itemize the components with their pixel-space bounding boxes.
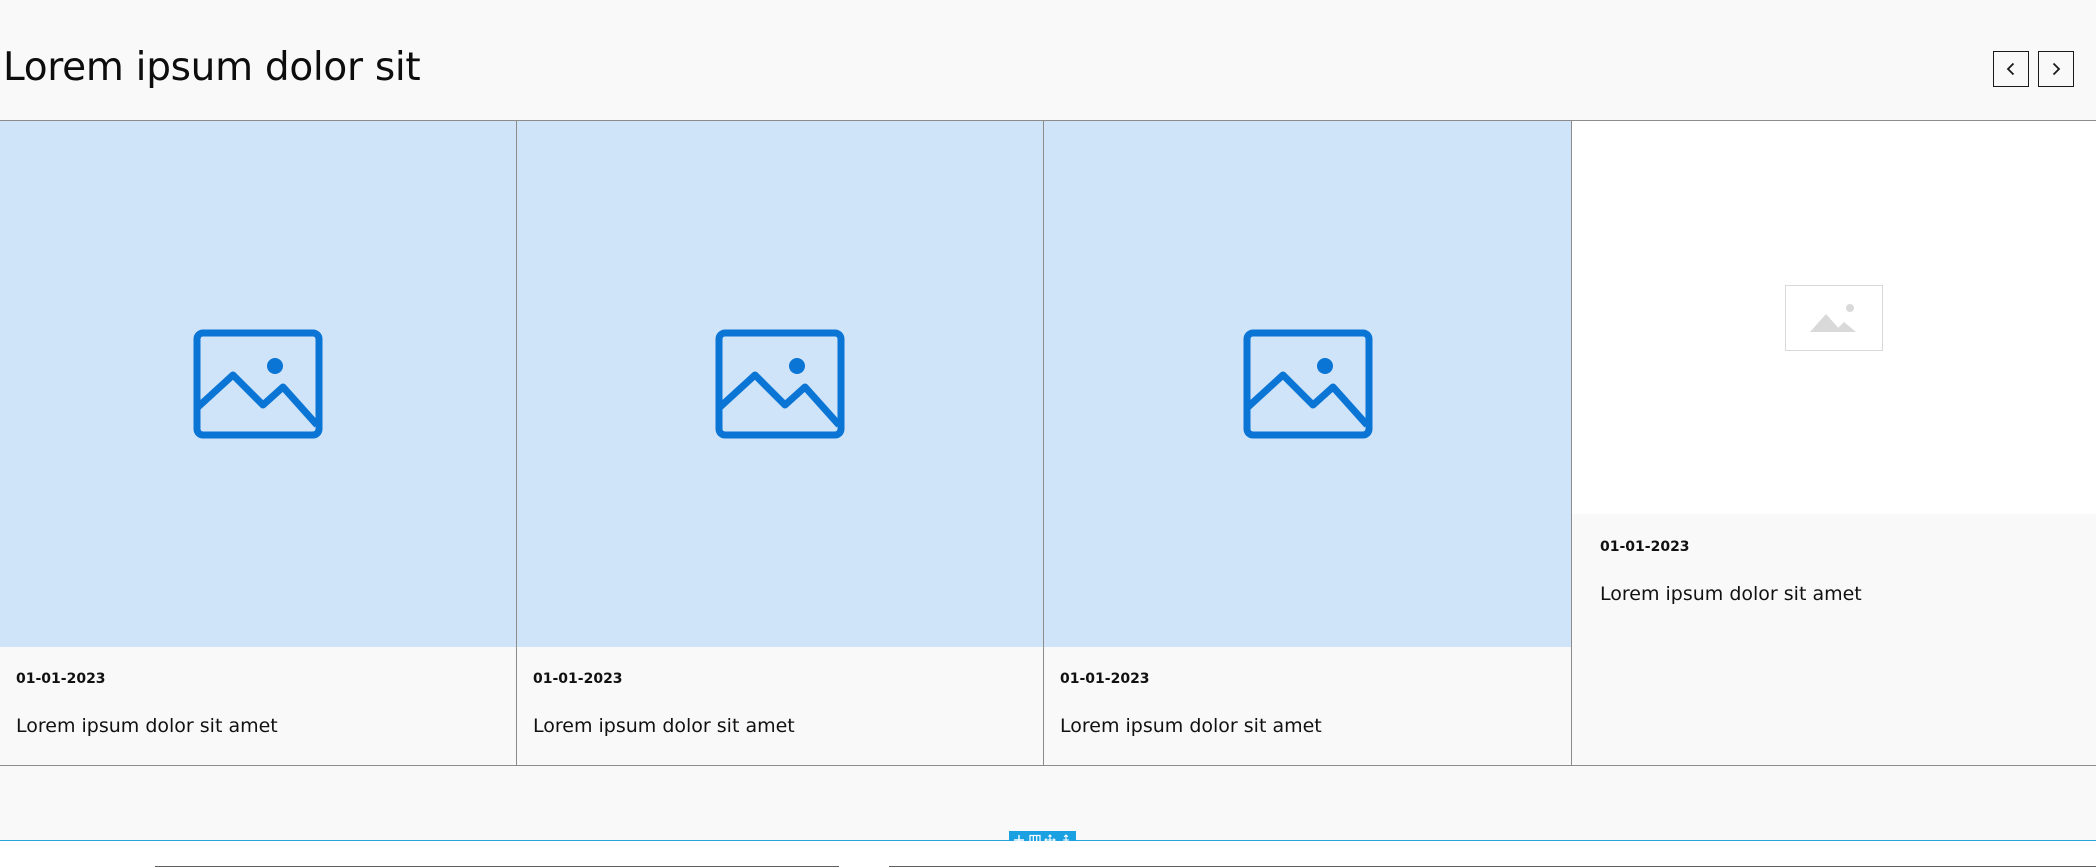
chevron-left-icon: [2003, 61, 2019, 77]
article-card[interactable]: 01-01-2023 Lorem ipsum dolor sit amet: [516, 121, 1043, 765]
carousel-next-button[interactable]: [2038, 51, 2074, 87]
card-date: 01-01-2023: [533, 671, 623, 687]
card-image: [1044, 121, 1571, 647]
article-card[interactable]: 01-01-2023 Lorem ipsum dolor sit amet: [1043, 121, 1571, 765]
image-icon: [1243, 329, 1373, 439]
section-header: Lorem ipsum dolor sit: [0, 0, 2096, 120]
card-date: 01-01-2023: [16, 671, 106, 687]
carousel-prev-button[interactable]: [1993, 51, 2029, 87]
card-title[interactable]: Lorem ipsum dolor sit amet: [533, 714, 795, 738]
article-card[interactable]: 01-01-2023 Lorem ipsum dolor sit amet: [0, 121, 516, 765]
card-image: [517, 121, 1043, 647]
image-placeholder-icon: [1785, 284, 1883, 351]
article-card[interactable]: 01-01-2023 Lorem ipsum dolor sit amet: [1571, 121, 2096, 765]
image-icon: [715, 329, 845, 439]
next-section-border: [889, 866, 2096, 867]
card-date: 01-01-2023: [1600, 539, 1690, 555]
next-section-border: [155, 866, 839, 867]
card-date: 01-01-2023: [1060, 671, 1150, 687]
page-title: Lorem ipsum dolor sit: [3, 45, 421, 90]
card-title[interactable]: Lorem ipsum dolor sit amet: [16, 714, 278, 738]
card-title[interactable]: Lorem ipsum dolor sit amet: [1060, 714, 1322, 738]
image-icon: [193, 329, 323, 439]
card-image: [1572, 121, 2096, 514]
card-carousel: 01-01-2023 Lorem ipsum dolor sit amet 01…: [0, 120, 2096, 766]
next-section: [0, 841, 2096, 868]
chevron-right-icon: [2048, 61, 2064, 77]
card-title[interactable]: Lorem ipsum dolor sit amet: [1600, 582, 1862, 606]
card-image: [0, 121, 516, 647]
